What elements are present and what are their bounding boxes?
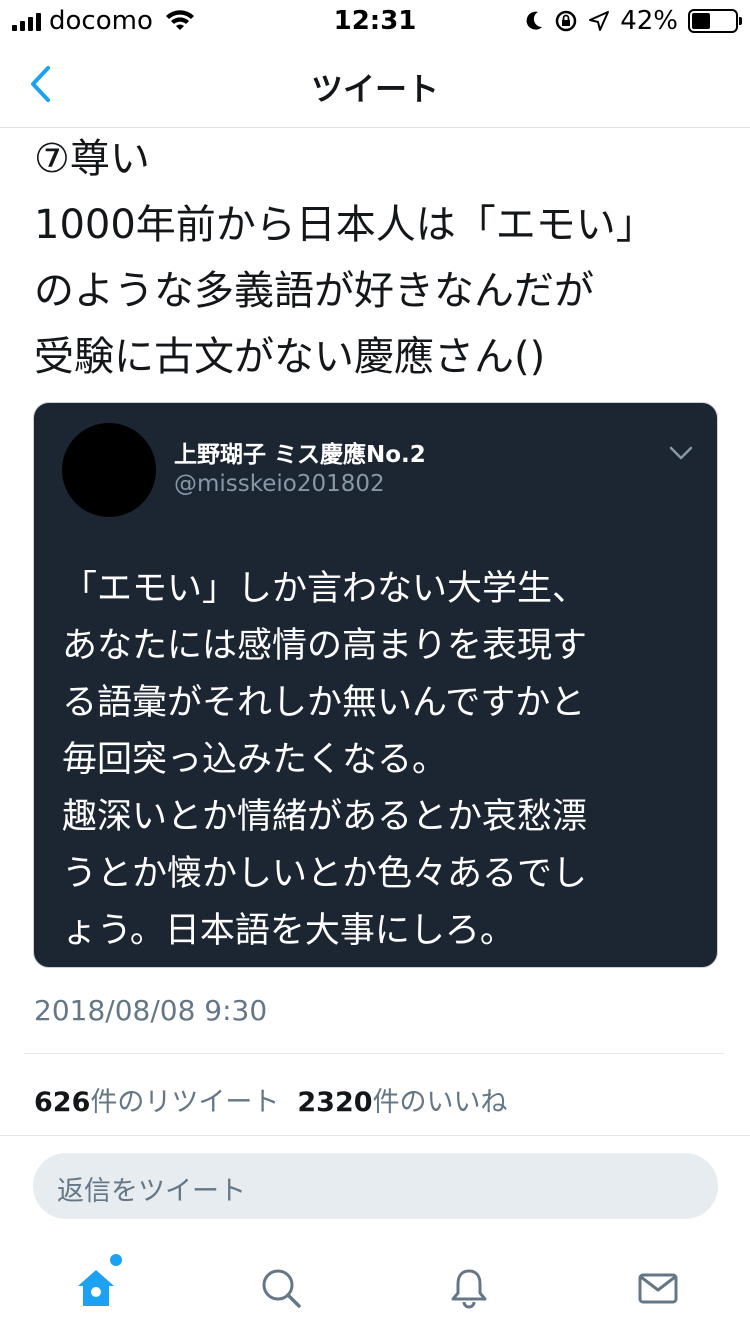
page-title: ツイート bbox=[310, 70, 439, 108]
tab-bar bbox=[0, 1244, 750, 1334]
battery-level bbox=[692, 13, 710, 29]
status-bar: docomo 12:31 42% bbox=[0, 0, 750, 40]
mail-icon bbox=[638, 1273, 678, 1304]
divider bbox=[0, 1135, 750, 1136]
retweet-count: 626 bbox=[34, 1087, 91, 1118]
tweet-text: ⑦尊い 1000年前から日本人は「エモい」 のような多義語が好きなんだが 受験に… bbox=[34, 136, 656, 380]
like-stat[interactable]: 2320件のいいね bbox=[297, 1080, 507, 1119]
like-count: 2320 bbox=[297, 1087, 373, 1118]
search-icon bbox=[262, 1269, 301, 1308]
battery-percent: 42% bbox=[620, 6, 678, 36]
divider bbox=[24, 1053, 724, 1054]
tweet-timestamp[interactable]: 2018/08/08 9:30 bbox=[34, 994, 267, 1027]
home-icon bbox=[78, 1270, 114, 1306]
bell-icon bbox=[451, 1269, 487, 1309]
retweet-stat[interactable]: 626件のリツイート bbox=[34, 1080, 279, 1119]
nav-bar: ツイート bbox=[0, 40, 750, 128]
tab-notifications[interactable] bbox=[443, 1262, 495, 1314]
notification-dot bbox=[110, 1254, 122, 1266]
chevron-down-icon bbox=[669, 446, 693, 460]
location-icon bbox=[589, 11, 610, 31]
tab-search[interactable] bbox=[255, 1262, 307, 1314]
retweet-label: 件のリツイート bbox=[90, 1087, 280, 1118]
avatar bbox=[62, 423, 156, 517]
moon-icon bbox=[526, 11, 543, 30]
reply-input[interactable]: 返信をツイート bbox=[33, 1153, 718, 1219]
status-right: 42% bbox=[524, 6, 742, 36]
reply-placeholder: 返信をツイート bbox=[57, 1176, 246, 1207]
embedded-author-handle: @misskeio201802 bbox=[174, 471, 385, 497]
embedded-author-name: 上野瑚子 ミス慶應No.2 bbox=[174, 442, 426, 468]
battery-icon bbox=[688, 9, 742, 33]
rotation-lock-icon bbox=[555, 10, 577, 32]
like-label: 件のいいね bbox=[372, 1087, 508, 1118]
tweet-stats: 626件のリツイート 2320件のいいね bbox=[34, 1080, 508, 1119]
tab-messages[interactable] bbox=[632, 1262, 684, 1314]
embedded-tweet-text: 「エモい」しか言わない大学生、 あなたには感情の高まりを表現す る語彙がそれしか… bbox=[62, 569, 588, 951]
tab-home[interactable] bbox=[70, 1254, 122, 1314]
tweet-image[interactable]: 上野瑚子 ミス慶應No.2 @misskeio201802 「エモい」しか言わな… bbox=[33, 402, 718, 968]
